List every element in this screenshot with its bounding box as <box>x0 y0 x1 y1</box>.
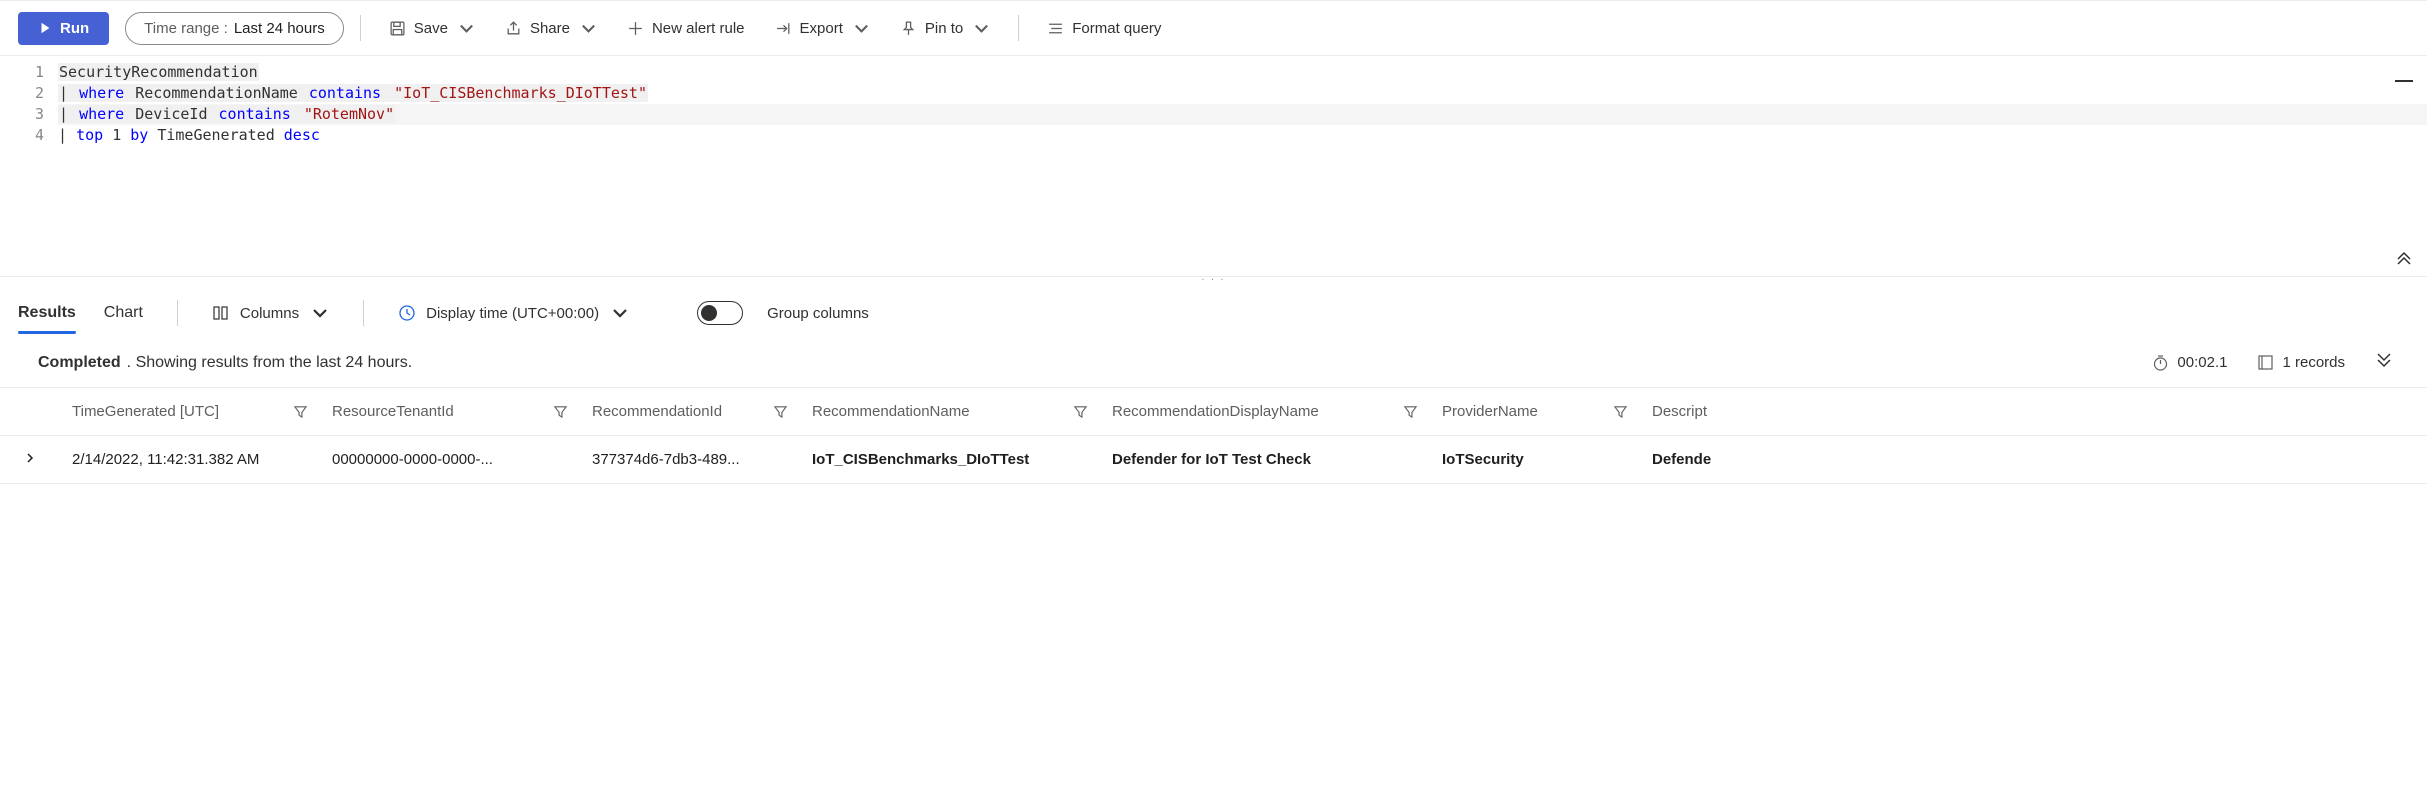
cell-providername: IoTSecurity <box>1430 451 1640 468</box>
results-divider <box>363 300 364 326</box>
cell-recommendationdisplayname: Defender for IoT Test Check <box>1100 451 1430 468</box>
results-toolbar: Results Chart Columns Display time (UTC+… <box>0 288 2427 338</box>
pin-icon <box>900 20 917 37</box>
col-recdisp-label: RecommendationDisplayName <box>1112 403 1319 420</box>
cell-description: Defende <box>1640 451 1740 468</box>
col-tenant-label: ResourceTenantId <box>332 403 454 420</box>
format-icon <box>1047 20 1064 37</box>
line-number-gutter: 1234 <box>0 62 58 276</box>
chevron-down-icon <box>611 304 629 322</box>
col-description[interactable]: Descript <box>1640 403 1740 420</box>
chevron-down-icon <box>311 304 329 322</box>
filter-icon[interactable] <box>1403 404 1418 419</box>
chevron-down-icon <box>973 20 990 37</box>
query-editor-wrap: 1234 SecurityRecommendation| where Recom… <box>0 56 2427 276</box>
chevron-down-icon <box>853 20 870 37</box>
table-row[interactable]: 2/14/2022, 11:42:31.382 AM00000000-0000-… <box>0 436 2427 484</box>
cell-resourcetenantid: 00000000-0000-0000-... <box>320 451 580 468</box>
new-alert-label: New alert rule <box>652 20 745 37</box>
record-count: 1 records <box>2257 354 2345 371</box>
group-columns-label: Group columns <box>767 305 869 322</box>
run-button[interactable]: Run <box>18 12 109 45</box>
query-toolbar: Run Time range : Last 24 hours Save Shar… <box>0 0 2427 56</box>
records-icon <box>2257 354 2274 371</box>
tab-results[interactable]: Results <box>18 292 76 334</box>
code-area[interactable]: SecurityRecommendation| where Recommenda… <box>58 62 2427 276</box>
save-label: Save <box>414 20 448 37</box>
export-label: Export <box>800 20 843 37</box>
duration-value: 00:02.1 <box>2177 354 2227 371</box>
new-alert-rule-button[interactable]: New alert rule <box>615 14 757 43</box>
col-provider-label: ProviderName <box>1442 403 1538 420</box>
export-icon <box>775 20 792 37</box>
share-button[interactable]: Share <box>493 14 609 43</box>
query-duration: 00:02.1 <box>2152 354 2227 371</box>
cell-recommendationid: 377374d6-7db3-489... <box>580 451 800 468</box>
save-button[interactable]: Save <box>377 14 487 43</box>
results-divider <box>177 300 178 326</box>
share-icon <box>505 20 522 37</box>
filter-icon[interactable] <box>773 404 788 419</box>
tab-chart[interactable]: Chart <box>104 292 143 334</box>
time-range-label: Time range : <box>144 20 228 37</box>
columns-button[interactable]: Columns <box>212 304 329 322</box>
chevron-down-icon <box>580 20 597 37</box>
display-time-label: Display time (UTC+00:00) <box>426 305 599 322</box>
time-range-picker[interactable]: Time range : Last 24 hours <box>125 12 344 45</box>
toolbar-divider <box>1018 15 1019 41</box>
results-grid: TimeGenerated [UTC] ResourceTenantId Rec… <box>0 387 2427 484</box>
cell-recommendationname: IoT_CISBenchmarks_DIoTTest <box>800 451 1100 468</box>
run-button-label: Run <box>60 20 89 37</box>
clock-icon <box>398 304 416 322</box>
filter-icon[interactable] <box>553 404 568 419</box>
cell-timegenerated: 2/14/2022, 11:42:31.382 AM <box>60 451 320 468</box>
col-recid-label: RecommendationId <box>592 403 722 420</box>
status-completed: Completed <box>38 354 121 372</box>
col-timegenerated[interactable]: TimeGenerated [UTC] <box>60 403 320 420</box>
col-providername[interactable]: ProviderName <box>1430 403 1640 420</box>
columns-icon <box>212 304 230 322</box>
pin-to-label: Pin to <box>925 20 963 37</box>
col-recommendationid[interactable]: RecommendationId <box>580 403 800 420</box>
chevron-down-icon <box>458 20 475 37</box>
result-tabs: Results Chart <box>18 292 143 334</box>
filter-icon[interactable] <box>1613 404 1628 419</box>
expand-all-icon[interactable] <box>2375 352 2393 373</box>
display-time-button[interactable]: Display time (UTC+00:00) <box>398 304 629 322</box>
status-showing: . Showing results from the last 24 hours… <box>127 354 412 372</box>
format-query-label: Format query <box>1072 20 1161 37</box>
time-range-value: Last 24 hours <box>234 20 325 37</box>
toolbar-divider <box>360 15 361 41</box>
col-resourcetenantid[interactable]: ResourceTenantId <box>320 403 580 420</box>
share-label: Share <box>530 20 570 37</box>
collapse-editor-icon[interactable] <box>2393 74 2415 90</box>
plus-icon <box>627 20 644 37</box>
play-icon <box>38 21 52 35</box>
filter-icon[interactable] <box>1073 404 1088 419</box>
grid-header-row: TimeGenerated [UTC] ResourceTenantId Rec… <box>0 388 2427 436</box>
horizontal-splitter[interactable]: . . . <box>0 276 2427 288</box>
pin-to-button[interactable]: Pin to <box>888 14 1002 43</box>
format-query-button[interactable]: Format query <box>1035 14 1173 43</box>
query-editor[interactable]: 1234 SecurityRecommendation| where Recom… <box>0 56 2427 276</box>
filter-icon[interactable] <box>293 404 308 419</box>
scroll-to-top-icon[interactable] <box>2395 249 2413 268</box>
group-columns-toggle[interactable] <box>697 301 743 325</box>
records-value: 1 records <box>2282 354 2345 371</box>
export-button[interactable]: Export <box>763 14 882 43</box>
stopwatch-icon <box>2152 354 2169 371</box>
toggle-knob <box>701 305 717 321</box>
columns-label: Columns <box>240 305 299 322</box>
status-bar: Completed . Showing results from the las… <box>0 338 2427 387</box>
col-desc-label: Descript <box>1652 403 1707 420</box>
col-timegenerated-label: TimeGenerated [UTC] <box>72 403 219 420</box>
col-recommendationname[interactable]: RecommendationName <box>800 403 1100 420</box>
col-recommendationdisplayname[interactable]: RecommendationDisplayName <box>1100 403 1430 420</box>
save-icon <box>389 20 406 37</box>
col-recname-label: RecommendationName <box>812 403 970 420</box>
row-expand-chevron[interactable] <box>0 451 60 468</box>
